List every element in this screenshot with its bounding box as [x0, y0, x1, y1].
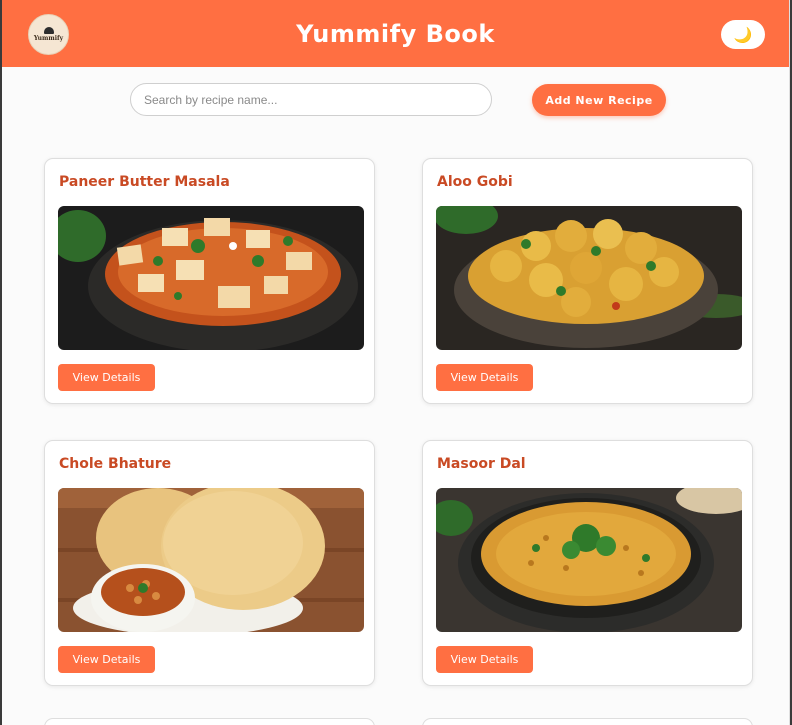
recipe-card: Masoor Dal View Details — [422, 440, 753, 686]
view-details-button[interactable]: View Details — [58, 364, 155, 391]
recipe-title: Aloo Gobi — [437, 174, 513, 190]
recipe-title: Paneer Butter Masala — [59, 174, 230, 190]
recipe-grid: Paneer Butter Masala View Details Aloo G… — [44, 158, 754, 686]
recipe-image — [436, 206, 742, 350]
recipe-image — [58, 488, 364, 632]
recipe-card: Chole Bhature View Details — [44, 440, 375, 686]
recipe-image — [436, 488, 742, 632]
recipe-card: Aloo Gobi View Details — [422, 158, 753, 404]
moon-icon: 🌙 — [733, 26, 753, 44]
recipe-image — [58, 206, 364, 350]
recipe-card-partial — [422, 718, 753, 725]
view-details-button[interactable]: View Details — [436, 364, 533, 391]
view-details-button[interactable]: View Details — [58, 646, 155, 673]
recipe-card: Paneer Butter Masala View Details — [44, 158, 375, 404]
recipe-card-partial — [44, 718, 375, 725]
search-input[interactable] — [130, 83, 492, 116]
recipe-title: Chole Bhature — [59, 456, 172, 472]
app-window: Yummify Yummify Book 🌙 Add New Recipe Pa… — [2, 0, 790, 725]
recipe-title: Masoor Dal — [437, 456, 526, 472]
app-title: Yummify Book — [296, 20, 495, 48]
theme-toggle-button[interactable]: 🌙 — [721, 20, 765, 49]
add-recipe-button[interactable]: Add New Recipe — [532, 84, 666, 116]
view-details-button[interactable]: View Details — [436, 646, 533, 673]
app-header: Yummify Yummify Book 🌙 — [2, 0, 789, 67]
